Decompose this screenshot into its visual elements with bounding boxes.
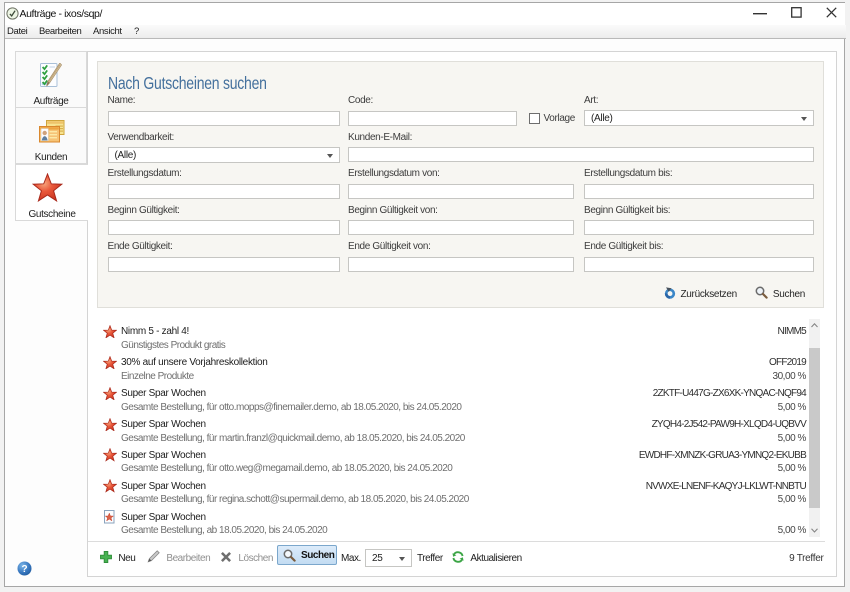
svg-text:?: ? [22, 564, 28, 575]
